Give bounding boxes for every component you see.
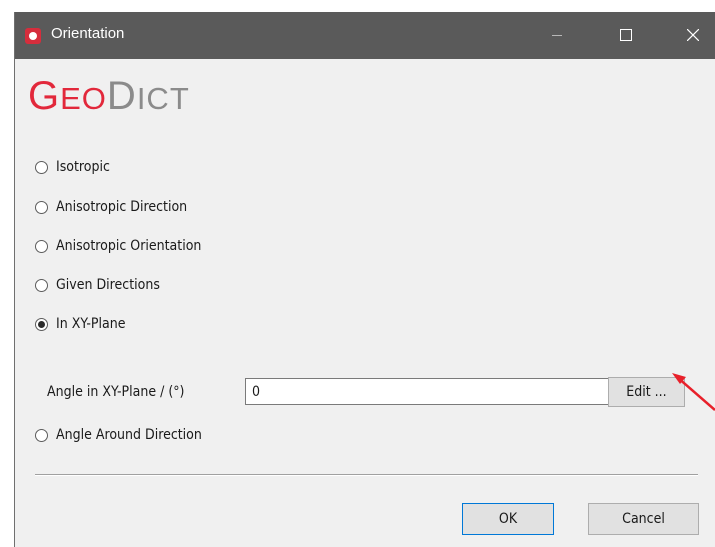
annotation-arrow-icon	[672, 373, 715, 411]
